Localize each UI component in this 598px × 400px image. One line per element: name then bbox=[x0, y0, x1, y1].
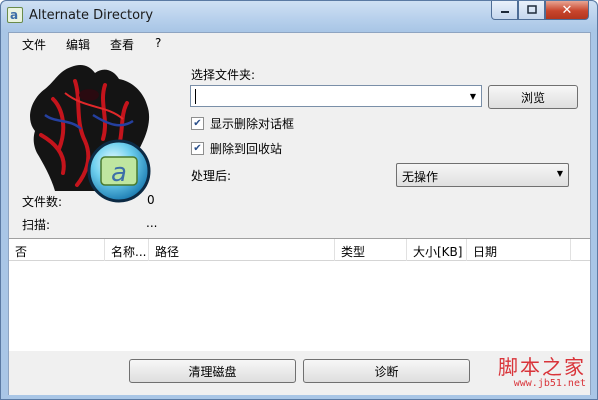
list-header: 否 名称... 路径 类型 大小[KB] 日期 bbox=[9, 239, 590, 261]
menu-file[interactable]: 文件 bbox=[22, 36, 46, 53]
show-delete-dialog-checkbox[interactable]: ✔ bbox=[191, 117, 204, 130]
watermark: 脚本之家 www.jb51.net bbox=[498, 351, 586, 389]
app-a-icon: a bbox=[7, 7, 23, 23]
column-header-type[interactable]: 类型 bbox=[335, 239, 407, 261]
show-delete-dialog-option[interactable]: ✔ 显示删除对话框 bbox=[191, 115, 294, 132]
maximize-icon bbox=[526, 5, 537, 14]
column-header-size[interactable]: 大小[KB] bbox=[407, 239, 467, 261]
menu-help[interactable]: ? bbox=[155, 36, 161, 50]
file-count-value: 0 bbox=[147, 193, 155, 207]
menu-edit[interactable]: 编辑 bbox=[66, 36, 90, 53]
window-title: Alternate Directory bbox=[29, 8, 154, 23]
diagnose-button[interactable]: 诊断 bbox=[303, 359, 470, 383]
watermark-title: 脚本之家 bbox=[498, 355, 586, 379]
checkmark-icon: ✔ bbox=[193, 142, 202, 154]
browse-button-label: 浏览 bbox=[520, 90, 545, 105]
show-delete-dialog-label: 显示删除对话框 bbox=[210, 117, 295, 131]
close-icon: ✕ bbox=[561, 2, 573, 18]
menu-bar: 文件 编辑 查看 ? bbox=[9, 33, 590, 53]
minimize-button[interactable] bbox=[491, 1, 518, 20]
delete-to-recycle-option[interactable]: ✔ 删除到回收站 bbox=[191, 140, 282, 157]
after-process-label: 处理后: bbox=[191, 169, 232, 183]
results-list[interactable]: 否 名称... 路径 类型 大小[KB] 日期 bbox=[9, 238, 590, 351]
checkmark-icon: ✔ bbox=[193, 117, 202, 129]
logo-letter: a bbox=[111, 158, 127, 188]
window-controls: ✕ bbox=[491, 1, 589, 21]
clean-disk-button[interactable]: 清理磁盘 bbox=[129, 359, 296, 383]
delete-to-recycle-label: 删除到回收站 bbox=[210, 142, 283, 156]
scan-value: ... bbox=[146, 216, 158, 230]
chevron-down-icon[interactable]: ▼ bbox=[465, 86, 481, 106]
diagnose-label: 诊断 bbox=[374, 364, 399, 379]
delete-to-recycle-checkbox[interactable]: ✔ bbox=[191, 142, 204, 155]
browse-button[interactable]: 浏览 bbox=[488, 85, 578, 109]
minimize-icon bbox=[500, 11, 509, 13]
maximize-button[interactable] bbox=[518, 1, 545, 20]
folder-combobox[interactable]: ▼ bbox=[190, 85, 482, 107]
file-count-label: 文件数: bbox=[22, 195, 63, 209]
text-cursor bbox=[195, 89, 196, 104]
after-process-value: 无操作 bbox=[402, 170, 439, 184]
app-window: a Alternate Directory ✕ 文件 编辑 查看 ? a 文件数… bbox=[0, 0, 598, 400]
folder-label: 选择文件夹: bbox=[191, 68, 256, 82]
menu-view[interactable]: 查看 bbox=[110, 36, 134, 53]
column-header-date[interactable]: 日期 bbox=[467, 239, 571, 261]
after-process-select[interactable]: 无操作 ▼ bbox=[396, 163, 569, 187]
column-header-path[interactable]: 路径 bbox=[149, 239, 335, 261]
main-panel: 文件 编辑 查看 ? a 文件数: 0 扫描: ... 选择文件夹: ▼ 浏览 … bbox=[8, 32, 591, 395]
clean-disk-label: 清理磁盘 bbox=[188, 364, 237, 379]
title-bar[interactable]: a Alternate Directory ✕ bbox=[1, 1, 597, 31]
column-header-no[interactable]: 否 bbox=[9, 239, 105, 261]
scan-label: 扫描: bbox=[22, 218, 51, 232]
chevron-down-icon: ▼ bbox=[556, 169, 563, 178]
column-header-name[interactable]: 名称... bbox=[105, 239, 149, 261]
close-button[interactable]: ✕ bbox=[545, 1, 589, 20]
red-figure-logo: a bbox=[30, 65, 151, 203]
